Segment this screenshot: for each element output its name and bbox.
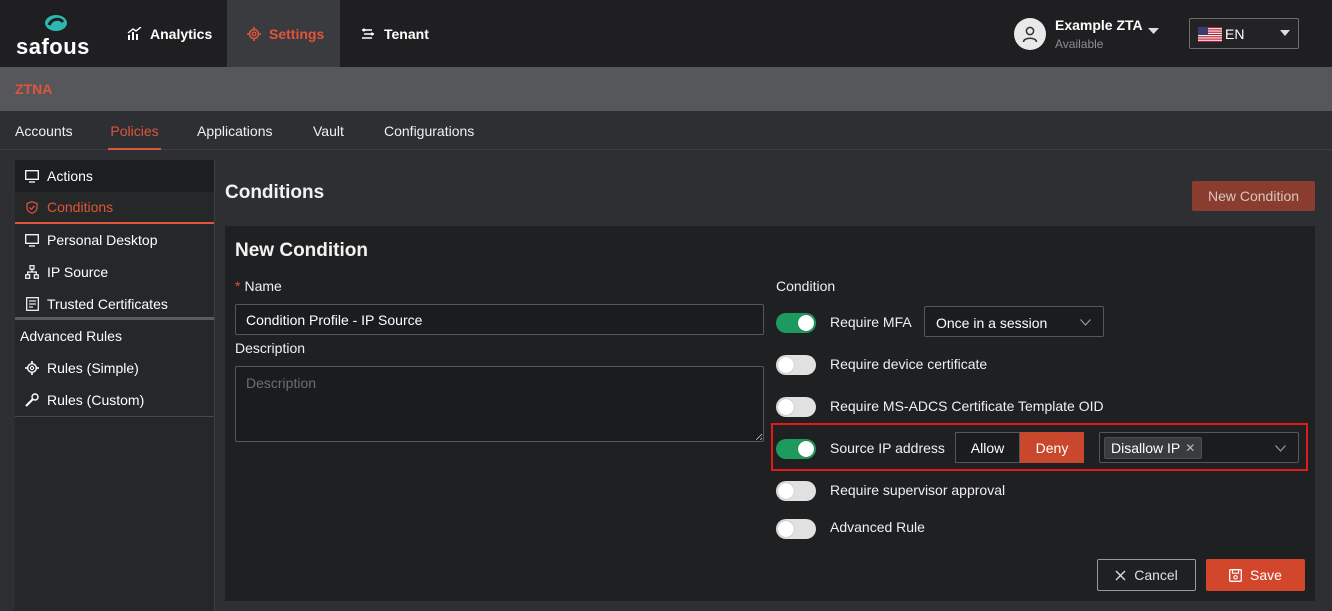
- name-label: * Name: [235, 278, 282, 294]
- page-title: Conditions: [225, 182, 325, 203]
- advanced-rule-label: Advanced Rule: [830, 519, 925, 535]
- sidebar-item-label: Rules (Simple): [47, 360, 139, 376]
- require-device-certificate-label: Require device certificate: [830, 356, 988, 372]
- tenant-icon: [362, 28, 374, 39]
- tab-configurations[interactable]: Configurations: [384, 123, 474, 150]
- chevron-down-icon: [1080, 319, 1091, 326]
- nav-settings[interactable]: Settings: [227, 0, 340, 67]
- sidebar-item-label: Personal Desktop: [47, 232, 158, 248]
- save-icon: [1229, 568, 1242, 582]
- gear-icon: [25, 361, 39, 375]
- require-msadcs-toggle[interactable]: [776, 397, 816, 417]
- sidebar-item-ip-source[interactable]: IP Source: [15, 256, 214, 288]
- user-menu[interactable]: Example ZTA Available: [1014, 16, 1164, 52]
- policies-sidebar: Actions Conditions Personal Desktop IP S…: [15, 160, 215, 611]
- section-header: ZTNA: [0, 67, 1332, 111]
- shield-check-icon: [25, 200, 39, 214]
- chevron-down-icon: [1275, 445, 1286, 452]
- us-flag-icon: [1198, 27, 1222, 42]
- require-mfa-toggle[interactable]: [776, 313, 816, 333]
- condition-label: Condition: [776, 278, 836, 294]
- required-asterisk: *: [235, 278, 241, 294]
- sidebar-item-label: Rules (Custom): [47, 392, 145, 408]
- tab-vault[interactable]: Vault: [313, 123, 344, 150]
- form-title: New Condition: [235, 240, 368, 261]
- settings-tabs: Accounts Policies Applications Vault Con…: [0, 111, 1332, 150]
- mfa-frequency-value: Once in a session: [936, 315, 1048, 331]
- sidebar-item-label: Trusted Certificates: [47, 296, 168, 312]
- sidebar-item-label: IP Source: [47, 264, 109, 280]
- settings-gear-icon: [247, 26, 261, 41]
- logo-mark-icon: [45, 15, 67, 31]
- tab-policies[interactable]: Policies: [108, 123, 161, 150]
- advanced-rule-toggle[interactable]: [776, 519, 816, 539]
- user-icon: [1022, 26, 1038, 43]
- caret-down-icon: [1280, 30, 1290, 36]
- description-field[interactable]: [235, 366, 764, 442]
- certificate-icon: [25, 297, 39, 311]
- sidebar-item-rules-custom[interactable]: Rules (Custom): [15, 384, 214, 416]
- require-device-certificate-toggle[interactable]: [776, 355, 816, 375]
- source-ip-label: Source IP address: [830, 440, 945, 456]
- sidebar-item-personal-desktop[interactable]: Personal Desktop: [15, 224, 214, 256]
- require-supervisor-approval-label: Require supervisor approval: [830, 482, 1006, 498]
- require-mfa-label: Require MFA: [830, 314, 912, 330]
- close-icon: [1115, 570, 1126, 581]
- logo-text: safous: [16, 34, 90, 59]
- language-value: EN: [1225, 26, 1245, 42]
- allow-button[interactable]: Allow: [955, 432, 1020, 463]
- sidebar-item-label: Conditions: [47, 199, 114, 215]
- require-msadcs-label: Require MS-ADCS Certificate Template OID: [830, 398, 1104, 414]
- mfa-frequency-select[interactable]: Once in a session: [924, 306, 1104, 337]
- source-ip-toggle[interactable]: [776, 439, 816, 459]
- analytics-icon: [127, 26, 142, 40]
- sidebar-advanced-heading: Advanced Rules: [20, 328, 122, 344]
- monitor-icon: [25, 233, 39, 247]
- network-icon: [25, 265, 39, 279]
- cancel-button[interactable]: Cancel: [1097, 559, 1196, 591]
- deny-button[interactable]: Deny: [1020, 432, 1084, 463]
- require-supervisor-approval-toggle[interactable]: [776, 481, 816, 501]
- ip-source-select[interactable]: Disallow IP ✕: [1099, 432, 1299, 463]
- sidebar-item-trusted-certificates[interactable]: Trusted Certificates: [15, 288, 214, 320]
- avatar: [1014, 18, 1046, 50]
- sidebar-item-conditions[interactable]: Conditions: [15, 192, 214, 224]
- language-select[interactable]: EN: [1189, 18, 1299, 49]
- sidebar-item-actions[interactable]: Actions: [15, 160, 214, 192]
- safous-logo[interactable]: safous: [14, 12, 102, 59]
- nav-analytics-label: Analytics: [150, 25, 213, 42]
- tab-applications[interactable]: Applications: [197, 123, 273, 150]
- wrench-icon: [25, 393, 39, 407]
- save-label: Save: [1250, 567, 1282, 583]
- monitor-icon: [25, 169, 39, 183]
- ip-source-tag-label: Disallow IP: [1111, 440, 1181, 456]
- tab-accounts[interactable]: Accounts: [15, 123, 73, 150]
- description-label: Description: [235, 340, 306, 356]
- sidebar-divider: [15, 317, 214, 320]
- name-field[interactable]: [235, 304, 764, 335]
- nav-settings-label: Settings: [269, 25, 325, 42]
- remove-tag-icon[interactable]: ✕: [1185, 441, 1195, 455]
- top-bar: safous Analytics Settings Tenant Example…: [0, 0, 1332, 67]
- nav-tenant-label: Tenant: [384, 25, 429, 42]
- sidebar-item-rules-simple[interactable]: Rules (Simple): [15, 352, 214, 384]
- ip-source-tag: Disallow IP ✕: [1104, 437, 1203, 459]
- caret-down-icon: [1148, 28, 1159, 34]
- cancel-label: Cancel: [1134, 567, 1178, 583]
- user-name: Example ZTA: [1055, 17, 1143, 33]
- section-title: ZTNA: [15, 81, 53, 97]
- nav-analytics[interactable]: Analytics: [127, 0, 217, 67]
- sidebar-item-label: Actions: [47, 168, 93, 184]
- user-status: Available: [1055, 37, 1104, 51]
- new-condition-form: New Condition *Name Description Conditio…: [225, 226, 1315, 601]
- save-button[interactable]: Save: [1206, 559, 1305, 591]
- sidebar-divider: [15, 416, 214, 417]
- nav-tenant[interactable]: Tenant: [360, 0, 440, 67]
- new-condition-button[interactable]: New Condition: [1192, 181, 1315, 211]
